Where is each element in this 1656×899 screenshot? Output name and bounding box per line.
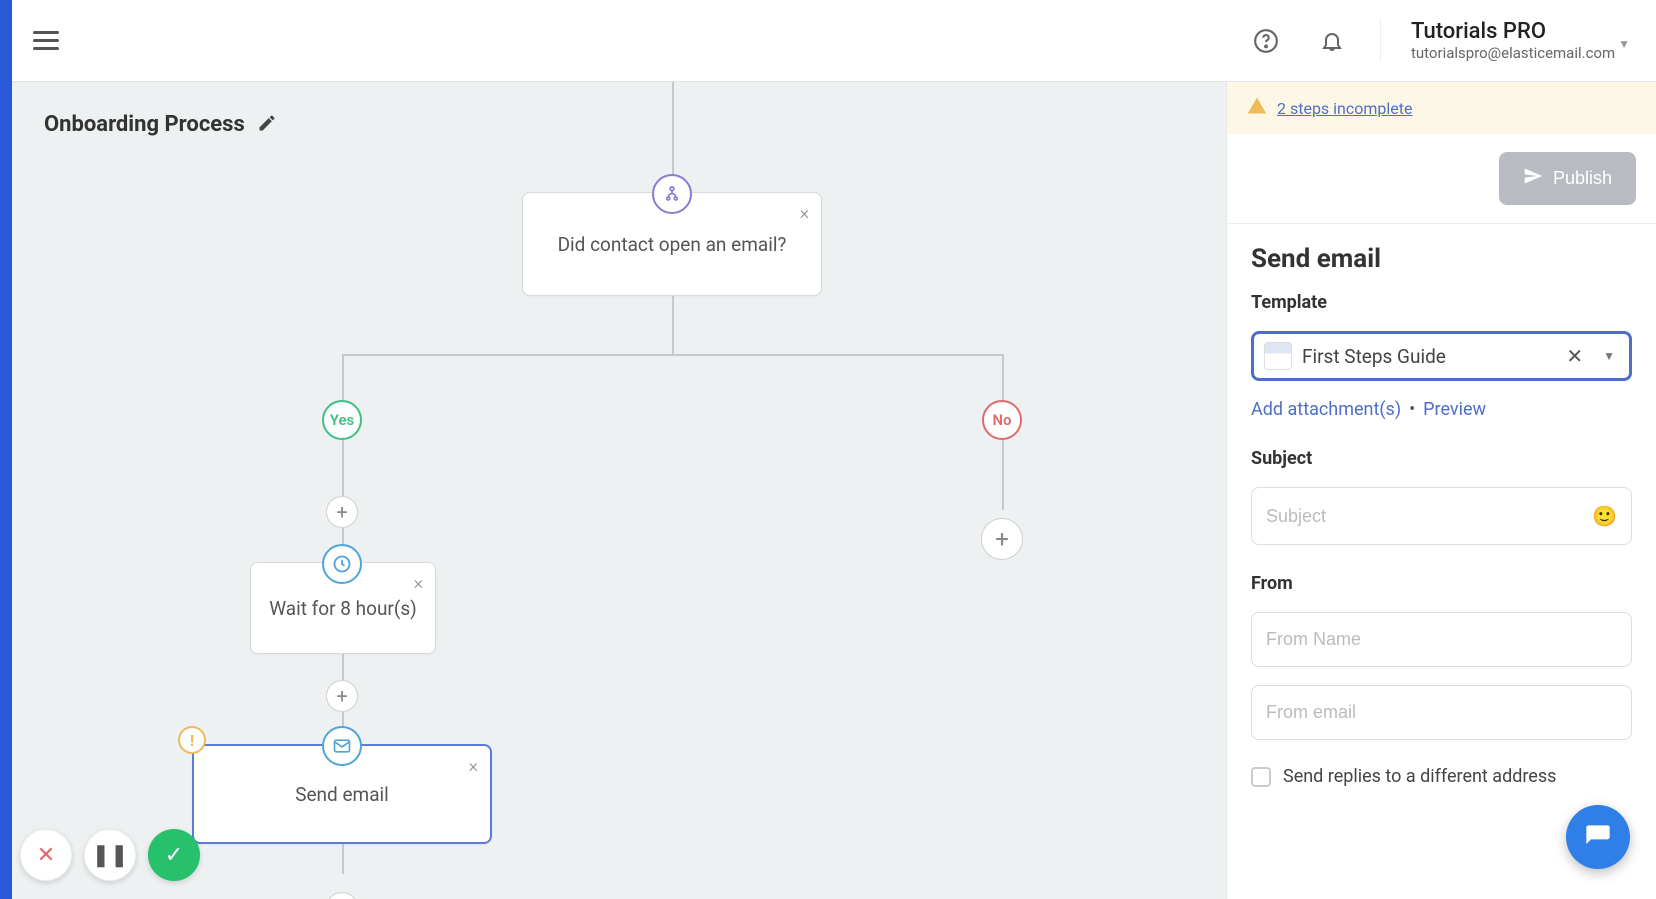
- panel-title: Send email: [1251, 244, 1632, 274]
- wait-label: Wait for 8 hour(s): [269, 597, 417, 620]
- connector: [1002, 440, 1004, 510]
- paper-plane-icon: [1523, 166, 1543, 191]
- template-thumb-icon: [1264, 342, 1292, 370]
- add-step-button[interactable]: +: [326, 496, 358, 528]
- emoji-picker-icon[interactable]: 🙂: [1592, 504, 1617, 528]
- template-select[interactable]: First Steps Guide ✕ ▼: [1251, 331, 1632, 381]
- replies-checkbox-label: Send replies to a different address: [1283, 766, 1556, 787]
- separator: •: [1409, 399, 1415, 420]
- automation-canvas[interactable]: Onboarding Process × Did contact open an…: [12, 82, 1226, 899]
- publish-button[interactable]: Publish: [1499, 152, 1636, 205]
- add-step-button[interactable]: +: [981, 518, 1023, 560]
- cancel-button[interactable]: ✕: [20, 829, 72, 881]
- connector: [672, 296, 674, 354]
- chevron-down-icon: ▼: [1618, 37, 1630, 51]
- add-step-button[interactable]: +: [326, 680, 358, 712]
- chevron-down-icon[interactable]: ▼: [1599, 349, 1619, 363]
- template-selected: First Steps Guide: [1302, 345, 1550, 368]
- chat-fab[interactable]: [1566, 805, 1630, 869]
- send-email-label: Send email: [295, 783, 389, 806]
- steps-incomplete-link[interactable]: 2 steps incomplete: [1277, 99, 1412, 118]
- steps-incomplete-banner[interactable]: 2 steps incomplete: [1227, 82, 1656, 134]
- account-email: tutorialspro@elasticemail.com: [1411, 44, 1640, 62]
- account-menu[interactable]: Tutorials PRO tutorialspro@elasticemail.…: [1380, 19, 1640, 62]
- no-badge: No: [982, 400, 1022, 440]
- replies-checkbox[interactable]: [1251, 767, 1271, 787]
- connector: [672, 82, 674, 182]
- warning-icon[interactable]: !: [178, 726, 206, 754]
- from-email-input[interactable]: [1266, 702, 1617, 723]
- confirm-button[interactable]: ✓: [148, 829, 200, 881]
- close-icon[interactable]: ×: [469, 756, 478, 777]
- app-left-rail: [0, 0, 12, 899]
- preview-link[interactable]: Preview: [1423, 399, 1486, 420]
- connector: [342, 354, 344, 400]
- pause-button[interactable]: ❚❚: [84, 829, 136, 881]
- subject-label: Subject: [1251, 448, 1632, 469]
- connector: [1002, 354, 1004, 400]
- menu-toggle[interactable]: [28, 23, 64, 59]
- close-icon[interactable]: ×: [800, 203, 809, 224]
- main-area: Tutorials PRO tutorialspro@elasticemail.…: [12, 0, 1656, 899]
- subject-input-wrap: 🙂: [1251, 487, 1632, 545]
- connector: [342, 440, 344, 496]
- subject-input[interactable]: [1266, 506, 1592, 527]
- help-icon[interactable]: [1248, 23, 1284, 59]
- wait-badge-icon: [322, 544, 362, 584]
- bell-icon[interactable]: [1314, 23, 1350, 59]
- condition-badge-icon: [652, 174, 692, 214]
- yes-badge: Yes: [322, 400, 362, 440]
- condition-label: Did contact open an email?: [558, 233, 787, 256]
- from-name-input-wrap: [1251, 612, 1632, 667]
- topbar: Tutorials PRO tutorialspro@elasticemail.…: [12, 0, 1656, 82]
- side-panel: 2 steps incomplete Publish Send email Te…: [1226, 82, 1656, 899]
- template-label: Template: [1251, 292, 1632, 313]
- from-label: From: [1251, 573, 1632, 594]
- add-attachments-link[interactable]: Add attachment(s): [1251, 399, 1401, 420]
- connector: [342, 354, 1004, 356]
- email-badge-icon: [322, 726, 362, 766]
- connector: [342, 844, 344, 874]
- account-name: Tutorials PRO: [1411, 19, 1640, 44]
- close-icon[interactable]: ×: [414, 573, 423, 594]
- add-step-button[interactable]: +: [326, 892, 358, 899]
- from-name-input[interactable]: [1266, 629, 1617, 650]
- from-email-input-wrap: [1251, 685, 1632, 740]
- clear-template-icon[interactable]: ✕: [1560, 344, 1589, 368]
- warning-icon: [1247, 96, 1267, 120]
